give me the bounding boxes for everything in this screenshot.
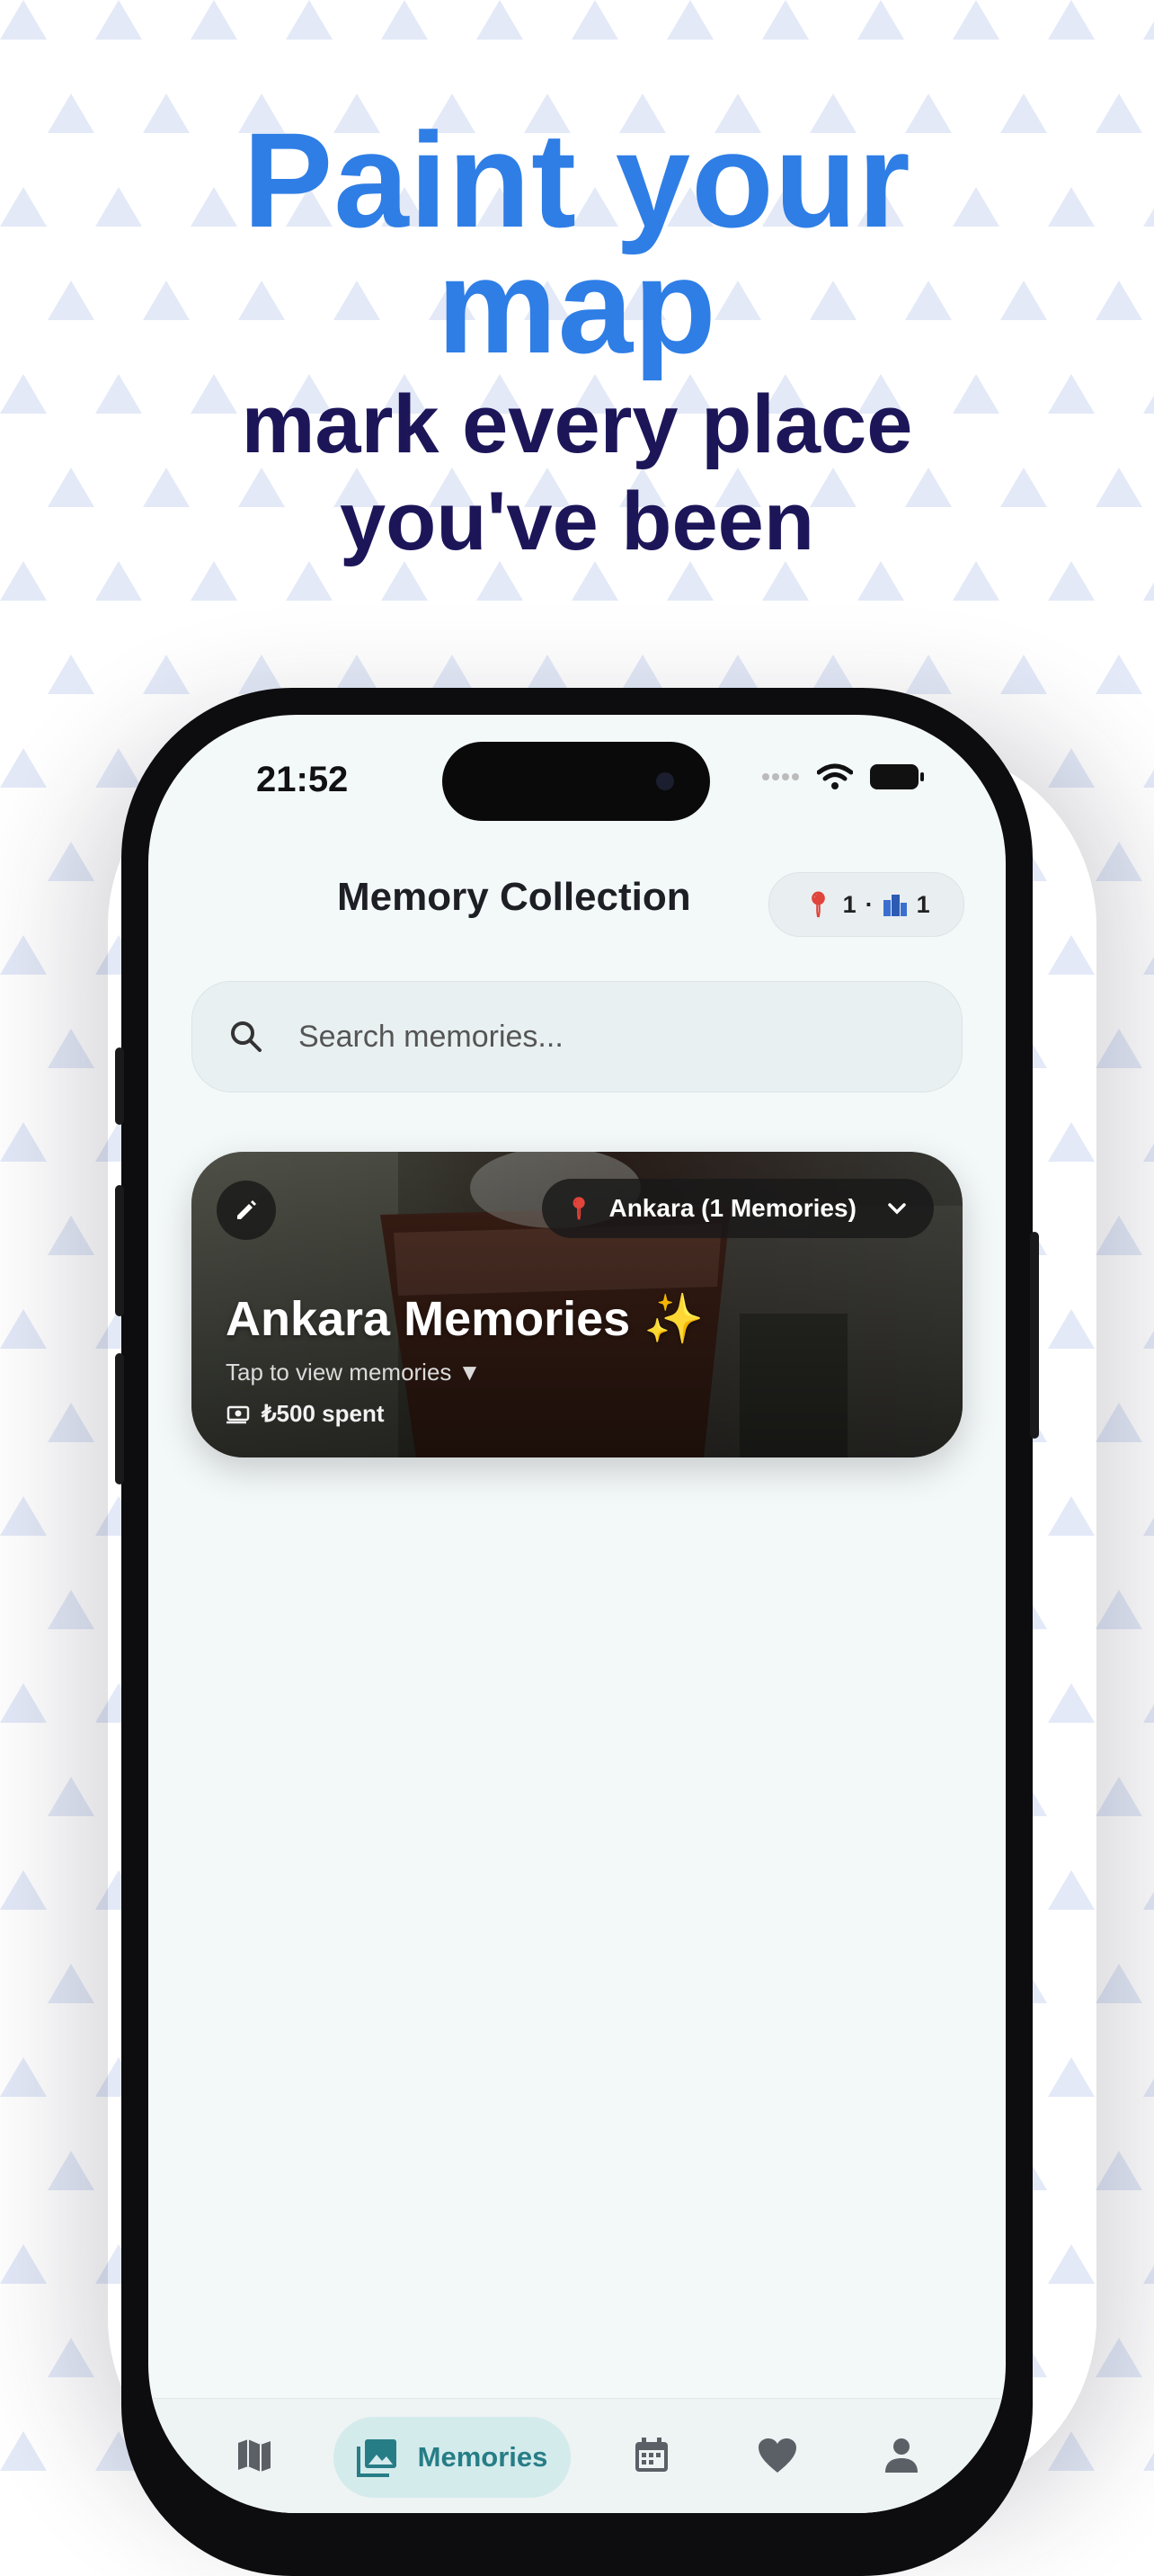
headline-line-4: you've been [339, 476, 815, 567]
search-input[interactable] [297, 1018, 884, 1056]
stats-separator: · [865, 890, 874, 918]
tab-calendar[interactable] [625, 2426, 679, 2485]
spent-label: ₺500 spent [262, 1400, 385, 1427]
phone-volume-down [115, 1353, 124, 1484]
battery-icon [870, 764, 924, 789]
phone-volume-up [115, 1185, 124, 1316]
app-screen: 21:52 Memory Collection 📍︎ 1 · 1 Search … [148, 715, 1006, 2513]
tab-memories-label: Memories [417, 2441, 548, 2473]
tab-profile[interactable] [874, 2426, 928, 2485]
profile-icon [885, 2438, 918, 2473]
spent-amount: ₺500 spent [226, 1400, 385, 1428]
chevron-down-icon [888, 1203, 906, 1215]
wifi-icon [817, 763, 853, 789]
pencil-icon [237, 1200, 256, 1219]
tab-memories[interactable]: Memories [333, 2417, 571, 2498]
promo-headline: Paint your map mark every place you've b… [0, 104, 1154, 567]
memory-card[interactable]: 📍︎ Ankara (1 Memories) Ankara Memories ✨… [191, 1152, 963, 1457]
headline-line-1: Paint your [243, 104, 911, 255]
dynamic-island [442, 742, 710, 821]
stats-badge[interactable]: 📍︎ 1 · 1 [768, 872, 964, 937]
places-count: 1 [842, 890, 857, 918]
edit-button[interactable] [217, 1181, 276, 1240]
status-icons [761, 763, 925, 790]
money-icon [226, 1405, 250, 1423]
memory-card-subtitle: Tap to view memories ▼ [226, 1359, 482, 1386]
page-title: Memory Collection [337, 875, 691, 919]
headline-line-3: mark every place [241, 379, 913, 470]
tab-favorites[interactable] [750, 2426, 804, 2485]
location-dropdown[interactable]: 📍︎ Ankara (1 Memories) [542, 1179, 934, 1238]
cities-count: 1 [916, 890, 930, 918]
tab-map[interactable] [227, 2426, 281, 2485]
city-icon [883, 895, 907, 916]
pin-icon: 📍︎ [565, 1196, 593, 1221]
phone-power-button [1030, 1232, 1039, 1439]
search-bar[interactable] [191, 981, 963, 1092]
bottom-tab-bar: Memories [148, 2398, 1006, 2513]
map-icon [238, 2439, 271, 2472]
photo-icon [356, 2439, 396, 2477]
heart-icon [759, 2438, 796, 2473]
pin-icon: 📍︎ [803, 891, 834, 918]
phone-silent-switch [115, 1047, 124, 1125]
headline-line-2: map [437, 230, 717, 381]
search-icon [231, 1021, 262, 1052]
calendar-icon [635, 2438, 668, 2472]
camera-icon [656, 772, 674, 790]
location-label: Ankara (1 Memories) [608, 1194, 857, 1222]
cellular-dots-icon [762, 773, 799, 780]
status-time: 21:52 [256, 760, 349, 799]
memory-card-title: Ankara Memories ✨ [226, 1292, 705, 1346]
